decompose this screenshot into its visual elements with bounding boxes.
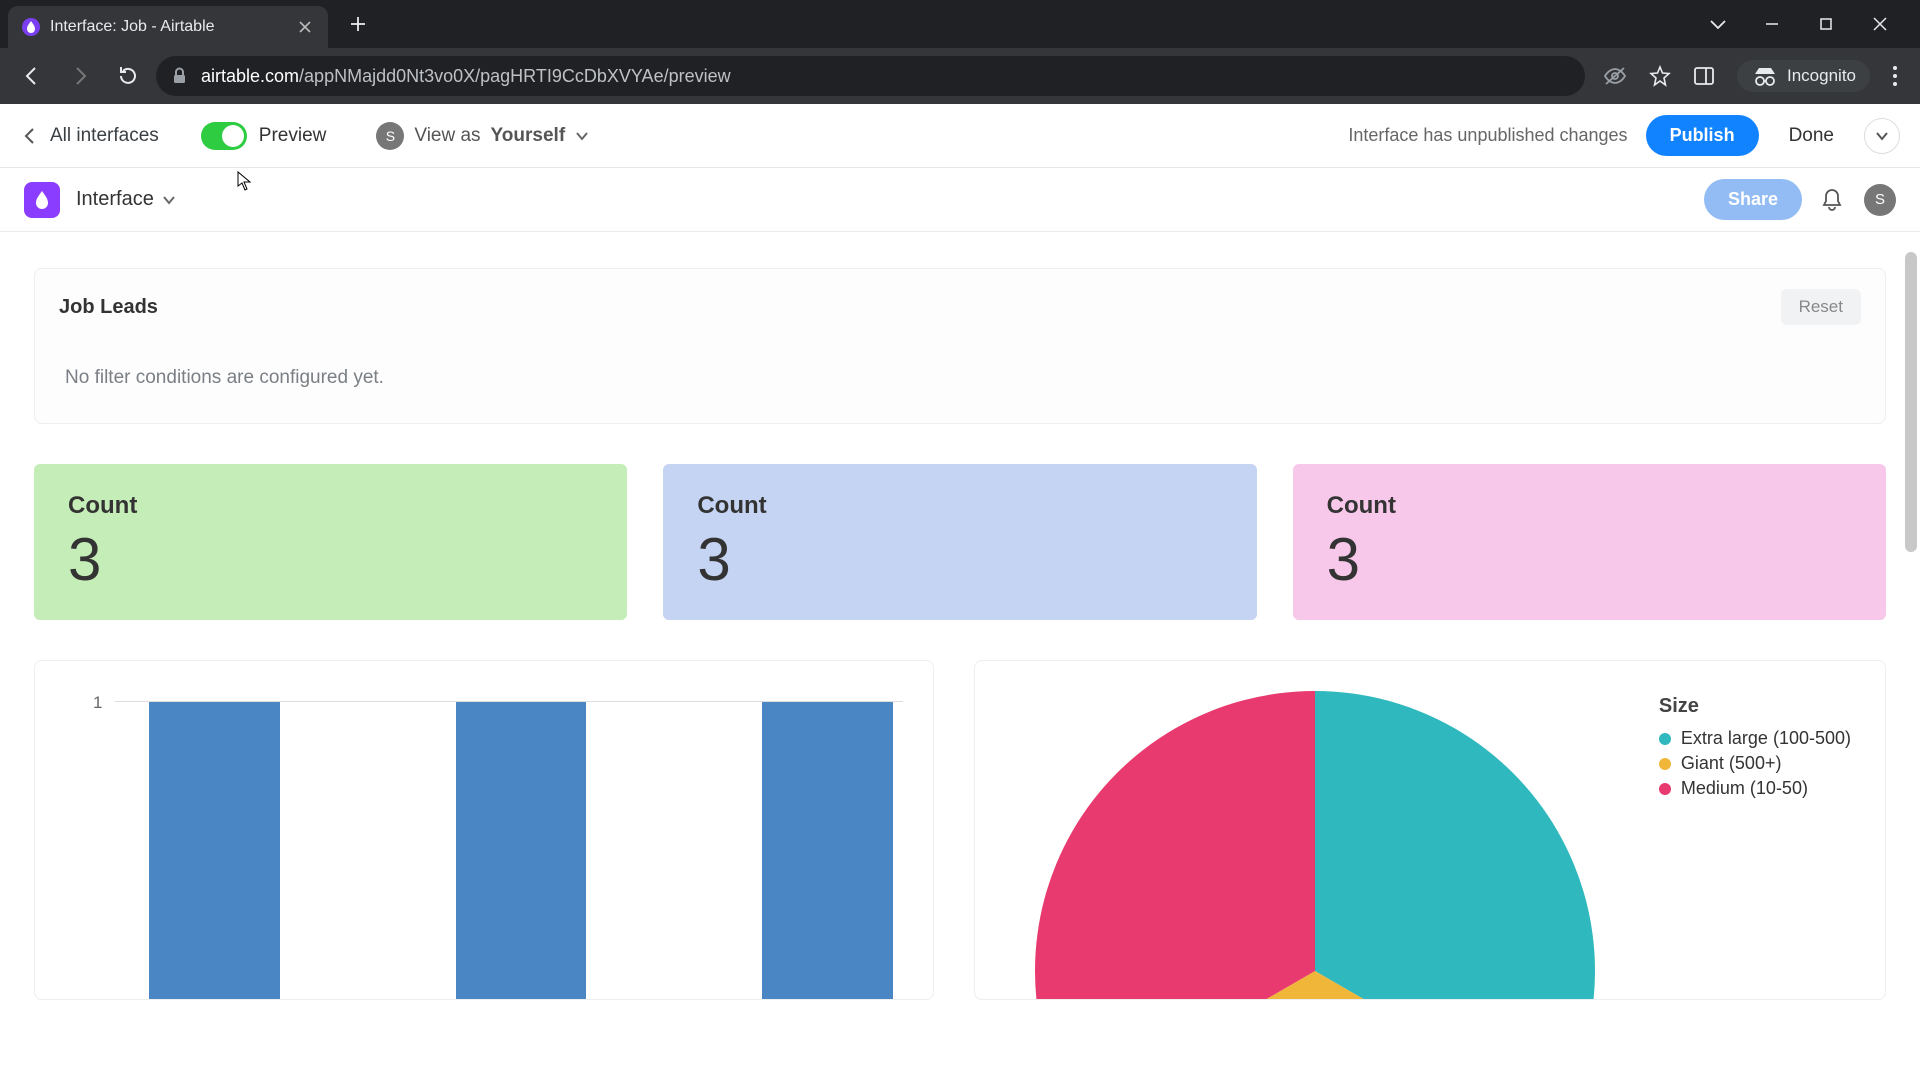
stat-value: 3 — [697, 530, 1222, 590]
unpublished-message: Interface has unpublished changes — [1348, 125, 1627, 146]
share-button[interactable]: Share — [1704, 179, 1802, 220]
viewas-name: Yourself — [491, 125, 566, 147]
viewas-prefix: View as — [414, 125, 480, 147]
pie-chart-card[interactable]: Size Extra large (100-500) Giant (500+) … — [974, 660, 1886, 1000]
view-as-dropdown[interactable]: S View as Yourself — [376, 122, 589, 150]
back-label: All interfaces — [50, 125, 159, 147]
user-avatar[interactable]: S — [1864, 184, 1896, 216]
legend-dot-icon — [1659, 783, 1671, 795]
builder-header: All interfaces Preview S View as Yoursel… — [0, 104, 1920, 168]
legend-item: Medium (10-50) — [1659, 778, 1851, 799]
stat-card[interactable]: Count 3 — [663, 464, 1256, 620]
window-minimize-icon[interactable] — [1760, 12, 1784, 36]
done-button[interactable]: Done — [1777, 117, 1846, 155]
pie-slice-medium — [1035, 691, 1315, 1000]
pie-svg — [1035, 691, 1595, 1000]
incognito-label: Incognito — [1787, 66, 1856, 86]
eye-off-icon[interactable] — [1603, 66, 1627, 86]
legend-label: Medium (10-50) — [1681, 778, 1808, 799]
stat-value: 3 — [68, 530, 593, 590]
nav-reload-icon[interactable] — [108, 56, 148, 96]
bookmark-star-icon[interactable] — [1649, 65, 1671, 87]
window-maximize-icon[interactable] — [1814, 12, 1838, 36]
address-bar: airtable.com/appNMajdd0Nt3vo0X/pagHRTI9C… — [0, 48, 1920, 104]
bar — [149, 701, 280, 1000]
filter-reset-button[interactable]: Reset — [1781, 289, 1861, 325]
stat-label: Count — [68, 492, 593, 520]
window-controls — [1706, 12, 1920, 36]
incognito-icon — [1751, 66, 1779, 86]
bar-y-tick: 1 — [93, 693, 102, 713]
new-tab-button[interactable] — [340, 6, 376, 42]
tab-close-icon[interactable] — [296, 18, 314, 36]
chevron-down-icon — [575, 131, 589, 141]
nav-back-icon[interactable] — [12, 56, 52, 96]
tab-strip: Interface: Job - Airtable — [0, 0, 1920, 48]
preview-toggle[interactable] — [201, 122, 247, 150]
nav-forward-icon — [60, 56, 100, 96]
url-box[interactable]: airtable.com/appNMajdd0Nt3vo0X/pagHRTI9C… — [156, 56, 1585, 96]
legend-item: Giant (500+) — [1659, 753, 1851, 774]
legend-title: Size — [1659, 695, 1851, 718]
more-options-button[interactable] — [1864, 118, 1900, 154]
legend-dot-icon — [1659, 733, 1671, 745]
arrow-left-icon — [20, 126, 40, 146]
chevron-down-icon — [1875, 131, 1889, 141]
interface-canvas: Job Leads Reset No filter conditions are… — [0, 232, 1920, 1080]
preview-toggle-group: Preview — [201, 122, 327, 150]
stat-label: Count — [697, 492, 1222, 520]
legend-item: Extra large (100-500) — [1659, 728, 1851, 749]
workspace-title-dropdown[interactable]: Interface — [76, 188, 176, 211]
incognito-badge[interactable]: Incognito — [1737, 60, 1870, 92]
filter-title: Job Leads — [59, 296, 158, 319]
bar-gridline — [115, 701, 903, 702]
filter-empty-message: No filter conditions are configured yet. — [59, 367, 1861, 389]
notifications-button[interactable] — [1820, 187, 1846, 213]
addr-right-icons: Incognito — [1593, 60, 1908, 92]
side-panel-icon[interactable] — [1693, 66, 1715, 86]
tab-search-icon[interactable] — [1706, 12, 1730, 36]
scrollbar-vertical[interactable] — [1902, 252, 1920, 1060]
tab-title: Interface: Job - Airtable — [50, 18, 246, 36]
bars-area — [105, 701, 893, 1000]
stat-cards-row: Count 3 Count 3 Count 3 — [34, 464, 1886, 620]
legend-label: Extra large (100-500) — [1681, 728, 1851, 749]
publish-button[interactable]: Publish — [1646, 115, 1759, 156]
bar — [456, 701, 587, 1000]
bar — [762, 701, 893, 1000]
lock-icon — [172, 67, 187, 85]
scrollbar-thumb[interactable] — [1905, 252, 1917, 552]
stat-label: Count — [1327, 492, 1852, 520]
pie-legend: Size Extra large (100-500) Giant (500+) … — [1659, 695, 1851, 803]
stat-card[interactable]: Count 3 — [1293, 464, 1886, 620]
url-text: airtable.com/appNMajdd0Nt3vo0X/pagHRTI9C… — [201, 66, 731, 87]
bar-chart-card[interactable]: 1 — [34, 660, 934, 1000]
chevron-down-icon — [162, 195, 176, 205]
back-to-interfaces-button[interactable]: All interfaces — [20, 125, 159, 147]
airtable-favicon-icon — [22, 18, 40, 36]
pie-slice-extra-large — [1315, 691, 1595, 1000]
workspace-bar: Interface Share S — [0, 168, 1920, 232]
pie-wrap — [1035, 691, 1595, 1000]
legend-label: Giant (500+) — [1681, 753, 1782, 774]
charts-row: 1 Size — [34, 660, 1886, 1000]
workspace-icon — [24, 182, 60, 218]
stat-card[interactable]: Count 3 — [34, 464, 627, 620]
stat-value: 3 — [1327, 530, 1852, 590]
kebab-menu-icon[interactable] — [1892, 65, 1898, 87]
legend-dot-icon — [1659, 758, 1671, 770]
browser-tab[interactable]: Interface: Job - Airtable — [8, 6, 328, 48]
viewas-avatar: S — [376, 122, 404, 150]
filter-card: Job Leads Reset No filter conditions are… — [34, 268, 1886, 424]
preview-label: Preview — [259, 125, 327, 147]
window-close-icon[interactable] — [1868, 12, 1892, 36]
browser-chrome: Interface: Job - Airtable airtable.com/a… — [0, 0, 1920, 104]
